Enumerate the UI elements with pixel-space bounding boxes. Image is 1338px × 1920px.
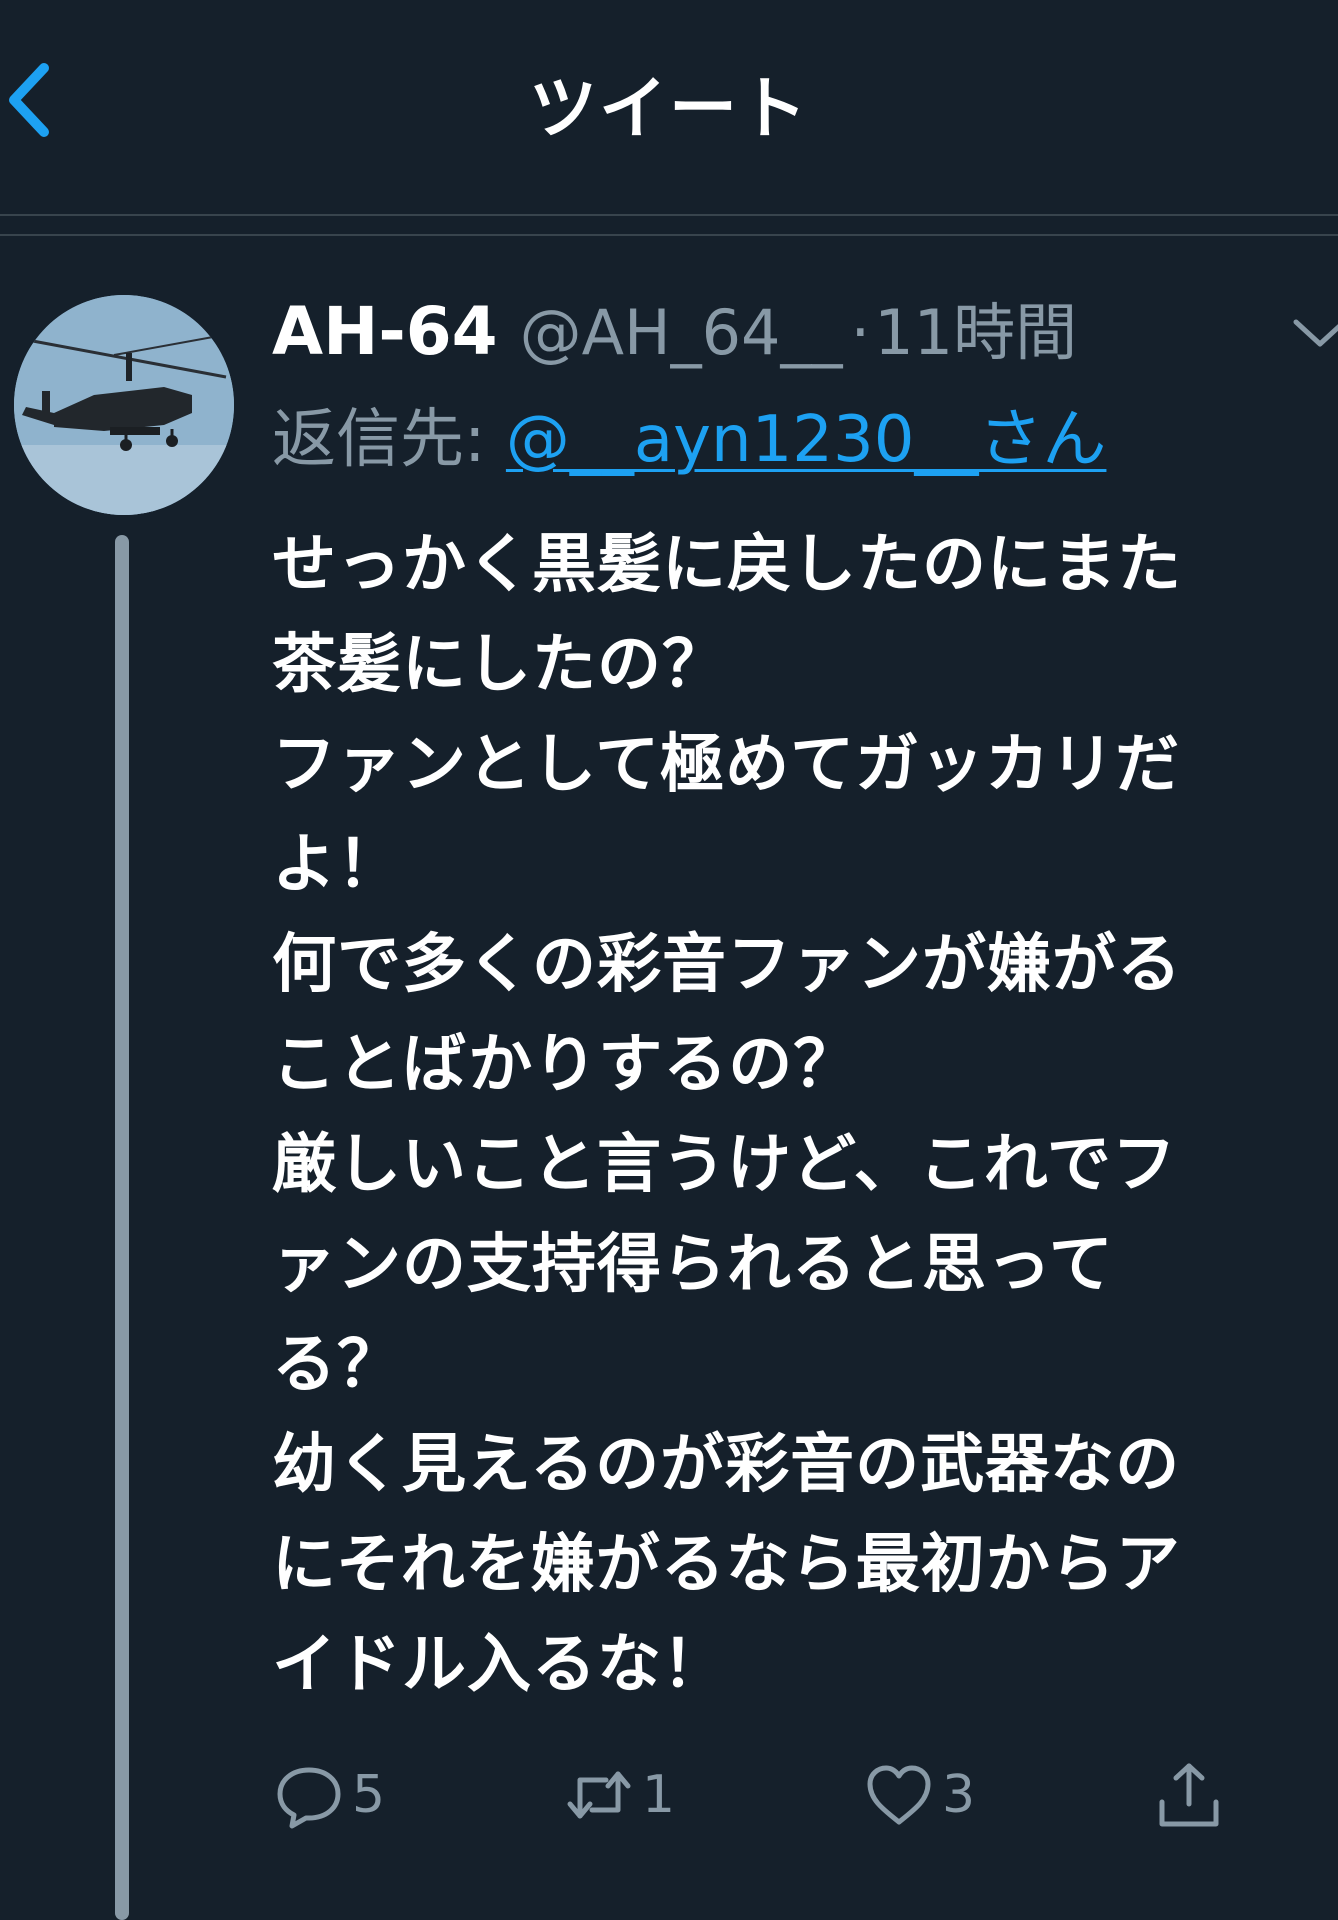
tweet-text-line: 厳しいこと言うけど、これでフ <box>272 1128 1177 1202</box>
page-title: ツイート <box>528 70 809 149</box>
share-button[interactable] <box>1152 1755 1226 1835</box>
thread-connector-line <box>115 535 129 1920</box>
retweet-icon <box>567 1771 631 1819</box>
tweet-text-line: にそれを嫌がるなら最初からア <box>272 1528 1181 1602</box>
tweet-text-line: 何で多くの彩音ファンが嫌がる <box>272 928 1182 1002</box>
tweet-text-line: ァンの支持得られると思って <box>272 1228 1114 1302</box>
reply-button[interactable]: 5 <box>272 1755 385 1835</box>
tweet-action-bar: 5 1 3 <box>272 1755 1252 1835</box>
tweet-timestamp[interactable]: 11時間 <box>874 296 1077 369</box>
like-count: 3 <box>942 1765 976 1825</box>
tweet-detail-screen: ツイート AH-64@AH_64__·11時間 返信先: @__ayn123 <box>0 0 1338 1920</box>
reply-to-line: 返信先: @__ayn1230__さん <box>272 395 1106 485</box>
reply-bubble-icon <box>277 1767 341 1829</box>
chevron-down-icon <box>1293 319 1338 347</box>
like-button[interactable]: 3 <box>862 1755 975 1835</box>
tweet-text-line: よ！ <box>272 828 402 902</box>
top-navigation-bar: ツイート <box>0 0 1338 214</box>
tweet-text: せっかく黒髪に戻したのにまた 茶髪にしたの？ ファンとして極めてガッカリだ よ！… <box>272 515 1312 1715</box>
retweet-count: 1 <box>642 1765 676 1825</box>
retweet-button[interactable]: 1 <box>562 1755 675 1835</box>
tweet-text-line: 幼く見えるのが彩音の武器なの <box>272 1428 1181 1502</box>
section-divider <box>0 234 1338 236</box>
avatar[interactable] <box>14 295 234 515</box>
tweet-text-line: 茶髪にしたの？ <box>272 628 727 702</box>
reply-to-user-link[interactable]: @__ayn1230__さん <box>506 403 1107 477</box>
author-display-name[interactable]: AH-64 <box>272 293 498 370</box>
heart-icon <box>867 1765 931 1825</box>
helicopter-avatar-icon <box>14 295 234 515</box>
tweet-text-line: イドル入るな！ <box>272 1628 727 1702</box>
tweet-text-line: る？ <box>272 1328 402 1402</box>
tweet-text-line: せっかく黒髪に戻したのにまた <box>272 528 1182 602</box>
separator-dot: · <box>850 296 871 369</box>
reply-to-label: 返信先: <box>272 403 506 477</box>
more-options-button[interactable] <box>1290 310 1338 358</box>
share-icon <box>1159 1763 1219 1827</box>
tweet-text-line: ことばかりするの？ <box>272 1028 859 1102</box>
author-handle[interactable]: @AH_64__ <box>520 296 843 369</box>
tweet-text-line: ファンとして極めてガッカリだ <box>272 728 1181 802</box>
tweet-author-line: AH-64 @AH_64__ ·11時間 <box>272 290 1077 374</box>
reply-count: 5 <box>352 1765 386 1825</box>
header-divider <box>0 214 1338 216</box>
